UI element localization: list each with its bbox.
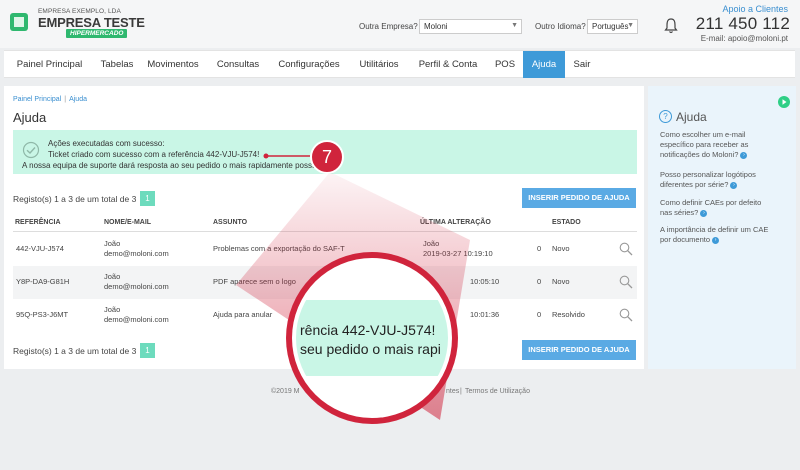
bell-icon[interactable] [664,18,678,34]
support-phone: 211 450 112 [695,14,790,33]
nav-sair[interactable]: Sair [565,51,599,78]
top-header: EMPRESA EXEMPLO, LDA EMPRESA TESTE HIPER… [0,0,800,48]
row-subject: PDF aparece sem o logo [213,277,296,286]
help-sidebar: ? Ajuda Como escolher um e-mail específi… [648,86,796,369]
nav-utilitarios[interactable]: Utilitários [349,51,409,78]
company-legal-name: EMPRESA EXEMPLO, LDA [38,8,121,15]
support-link[interactable]: Apoio a Clientes [722,4,788,14]
sidebar-link-cae-document[interactable]: A importância de definir um CAE por docu… [660,225,770,245]
insert-help-request-button[interactable]: INSERIR PEDIDO DE AJUDA [522,188,636,208]
nav-tabelas[interactable]: Tabelas [95,51,139,78]
company-tag: HIPERMERCADO [66,29,128,38]
row-changed-at: 10:01:36 [470,310,500,319]
table-row[interactable]: Y8P-DA9-G81H João demo@moloni.com PDF ap… [13,266,637,299]
nav-movimentos[interactable]: Movimentos [139,51,207,78]
row-name: João [104,239,121,248]
main-nav: Painel Principal Tabelas Movimentos Cons… [4,50,795,78]
row-subject: Ajuda para anular [213,310,273,319]
row-count: 0 [537,277,542,286]
nav-perfil-conta[interactable]: Perfil & Conta [409,51,487,78]
row-count: 0 [537,244,542,253]
question-icon: ? [659,110,672,123]
row-status: Novo [552,277,570,286]
footer-link[interactable]: ntes [446,388,459,395]
alert-detail: A nossa equipa de suporte dará resposta … [22,161,327,170]
magnified-text-line2: seu pedido o mais rapi [300,341,441,357]
logo-icon [10,13,28,31]
magnifier-icon[interactable] [619,275,633,289]
column-subject[interactable]: ASSUNTO [213,219,247,226]
row-email: demo@moloni.com [104,249,169,258]
row-changed-at: 10:05:10 [470,277,500,286]
alert-message: Ticket criado com sucesso com a referênc… [48,150,260,159]
magnified-text-line1: rência 442-VJU-J574! [300,322,436,338]
row-changed-by: João [423,239,440,248]
sidebar-title: Ajuda [676,110,707,124]
row-name: João [104,305,121,314]
column-reference[interactable]: REFERÊNCIA [15,219,61,226]
step-number-badge: 7 [310,140,344,174]
arrow-right-icon: › [712,236,720,244]
row-reference: 95Q-PS3-J6MT [16,310,69,319]
row-status: Novo [552,244,570,253]
language-select[interactable]: Português ▼ [587,19,638,34]
row-reference: 442-VJU-J574 [16,244,64,253]
table-row[interactable]: 442-VJU-J574 João demo@moloni.com Proble… [13,233,637,266]
check-circle-icon [22,141,40,159]
breadcrumb-painel[interactable]: Painel Principal [13,96,61,103]
nav-ajuda[interactable]: Ajuda [523,51,565,78]
row-changed-at: 2019-03-27 10:19:10 [423,249,493,258]
company-select[interactable]: Moloni ▼ [419,19,522,34]
footer-separator: | [460,388,462,395]
arrow-right-icon: › [700,209,708,217]
breadcrumb: Painel Principal | Ajuda [13,96,87,103]
row-email: demo@moloni.com [104,315,169,324]
arrow-right-icon: › [730,181,738,189]
column-name-email[interactable]: NOME/E-MAIL [104,219,151,226]
row-name: João [104,272,121,281]
records-count: Registo(s) 1 a 3 de um total de 3 [13,194,137,204]
records-count-bottom: Registo(s) 1 a 3 de um total de 3 [13,346,137,356]
chevron-down-icon: ▼ [627,22,634,29]
insert-help-request-button-bottom[interactable]: INSERIR PEDIDO DE AJUDA [522,340,636,360]
breadcrumb-ajuda[interactable]: Ajuda [69,96,87,103]
row-reference: Y8P-DA9-G81H [16,277,70,286]
breadcrumb-separator: | [64,96,67,103]
language-select-value: Português [592,22,629,31]
footer-terms-link[interactable]: Termos de Utilização [465,388,530,395]
magnifier-icon[interactable] [619,308,633,322]
sidebar-link-label: Posso personalizar logótipos diferentes … [660,170,756,189]
nav-painel-principal[interactable]: Painel Principal [4,51,95,78]
nav-configuracoes[interactable]: Configurações [269,51,349,78]
alert-title: Ações executadas com sucesso: [48,139,165,148]
language-switch-label: Outro Idioma? [535,22,586,31]
sidebar-link-caes-default[interactable]: Como definir CAEs por defeito nas séries… [660,198,770,218]
pagination-page-bottom[interactable]: 1 [140,343,155,358]
sidebar-link-email[interactable]: Como escolher um e-mail específico para … [660,130,770,160]
sidebar-link-label: Como escolher um e-mail específico para … [660,130,749,159]
column-last-change[interactable]: ÚLTIMA ALTERAÇÃO [420,219,491,226]
magnifier-icon[interactable] [619,242,633,256]
company-name: EMPRESA TESTE [38,15,145,30]
nav-consultas[interactable]: Consultas [207,51,269,78]
row-email: demo@moloni.com [104,282,169,291]
support-email: E-mail: apoio@moloni.pt [700,34,788,43]
company-switch-label: Outra Empresa? [359,22,418,31]
chevron-down-icon: ▼ [511,22,518,29]
table-header-divider [13,231,637,232]
play-icon[interactable] [778,96,790,108]
arrow-right-icon: › [740,151,748,159]
row-status: Resolvido [552,310,585,319]
company-logo[interactable]: EMPRESA EXEMPLO, LDA EMPRESA TESTE HIPER… [8,8,148,40]
row-subject: Problemas com a exportação do SAF-T [213,244,345,253]
sidebar-link-label: Como definir CAEs por defeito nas séries… [660,198,762,217]
column-status[interactable]: ESTADO [552,219,581,226]
sidebar-link-logos[interactable]: Posso personalizar logótipos diferentes … [660,170,770,190]
footer-copyright: ©2019 M [271,388,300,395]
page-title: Ajuda [13,110,47,125]
pagination-page[interactable]: 1 [140,191,155,206]
nav-pos[interactable]: POS [487,51,523,78]
company-select-value: Moloni [424,22,448,31]
row-count: 0 [537,310,542,319]
